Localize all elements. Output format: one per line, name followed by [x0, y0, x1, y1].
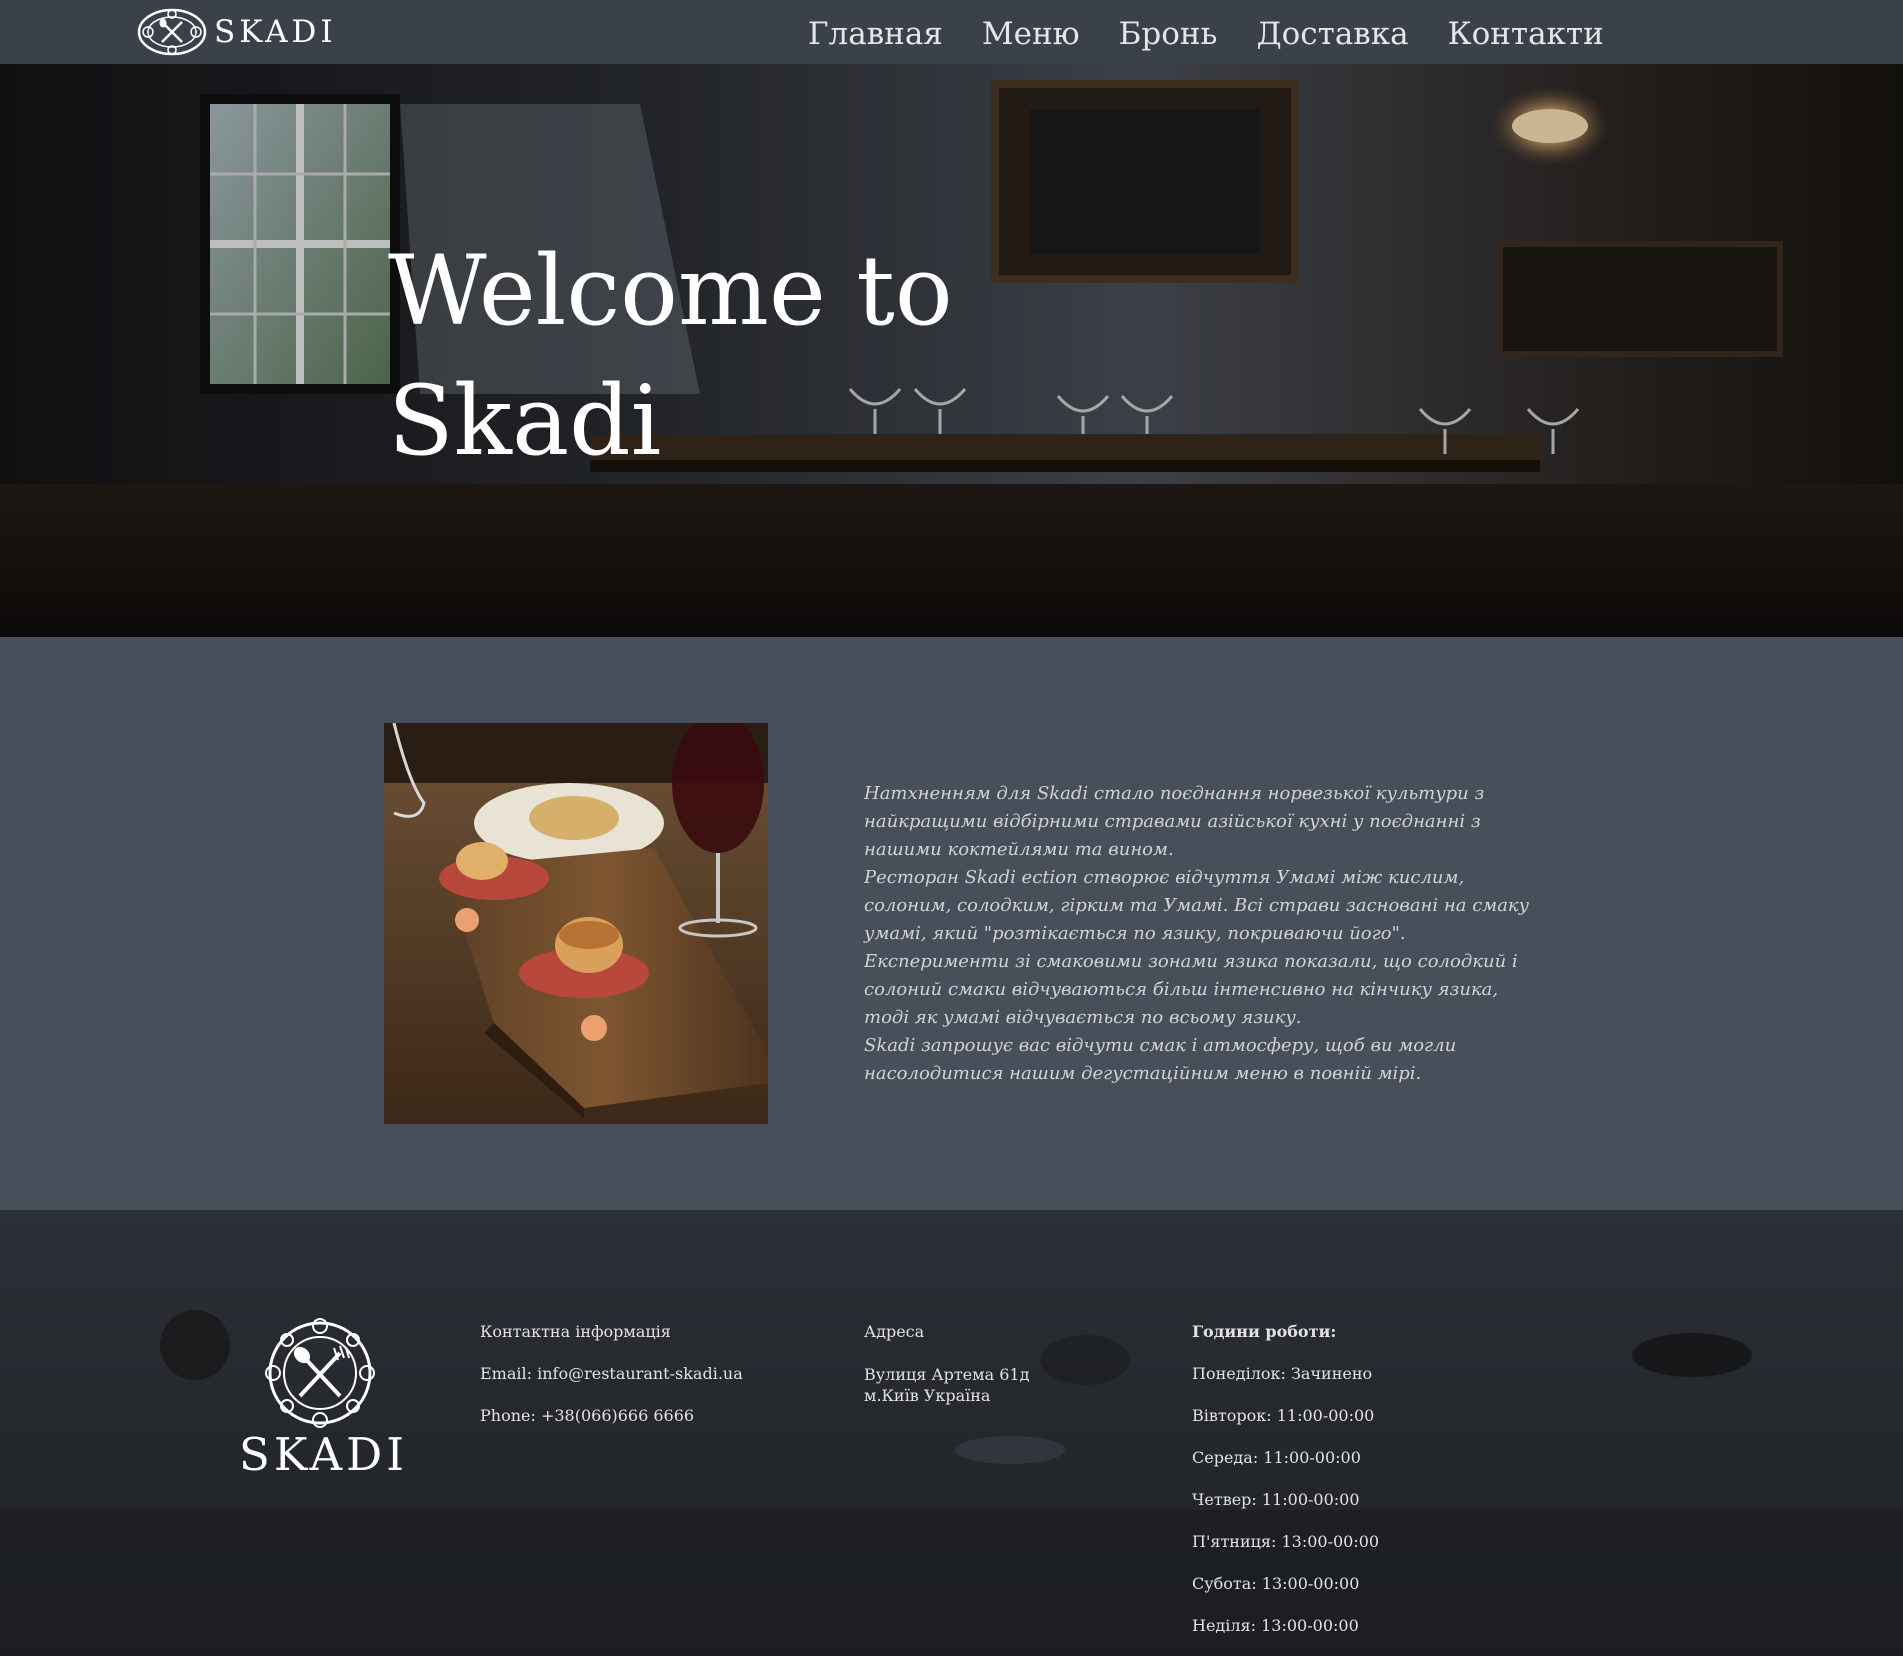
nav-item-menu[interactable]: Меню: [982, 19, 1080, 50]
hero-title-line2: Skadi: [388, 365, 662, 477]
footer-hours-column: Години роботи: Понеділок: Зачинено Вівто…: [1192, 1322, 1379, 1656]
main-nav: Главная Меню Бронь Доставка Контакти: [808, 19, 1604, 50]
skadi-logo-icon: [137, 8, 207, 56]
about-paragraph: Експерименти зі смаковими зонами язика п…: [864, 951, 1518, 1028]
brand-link[interactable]: SKADI: [136, 6, 337, 58]
about-paragraph: Skadi запрошує вас відчути смак і атмосф…: [864, 1035, 1457, 1084]
dish-photo: [384, 723, 768, 1124]
nav-item-booking[interactable]: Бронь: [1119, 19, 1218, 50]
nav-item-home[interactable]: Главная: [808, 19, 943, 50]
skadi-logo-icon: [265, 1318, 375, 1428]
brand-name: SKADI: [214, 14, 337, 50]
top-navbar: SKADI Главная Меню Бронь Доставка Контак…: [0, 0, 1903, 64]
hours-row: Субота: 13:00-00:00: [1192, 1574, 1360, 1593]
footer-contact-column: Контактна інформація Email: info@restaur…: [480, 1322, 743, 1448]
hero-title-line1: Welcome to: [388, 235, 953, 347]
site-footer: SKADI Контактна інформація Email: info@r…: [0, 1210, 1903, 1656]
contact-phone[interactable]: Phone: +38(066)666 6666: [480, 1406, 743, 1448]
address-line: Вулиця Артема 61д: [864, 1365, 1030, 1384]
address-heading: Адреса: [864, 1322, 925, 1341]
hours-heading: Години роботи:: [1192, 1322, 1337, 1341]
about-section: Натхненням для Skadi стало поєднання нор…: [0, 637, 1903, 1210]
footer-address-column: Адреса Вулиця Артема 61д м.Київ Україна: [864, 1322, 1029, 1406]
nav-item-contacts[interactable]: Контакти: [1448, 19, 1604, 50]
hero-section: Welcome to Skadi: [0, 64, 1903, 637]
dish-photo-image: [384, 723, 768, 1124]
hours-row: Вівторок: 11:00-00:00: [1192, 1406, 1375, 1425]
hero-title: Welcome to Skadi: [388, 226, 1088, 486]
nav-item-delivery[interactable]: Доставка: [1256, 19, 1408, 50]
about-text: Натхненням для Skadi стало поєднання нор…: [864, 780, 1544, 1088]
hours-row: Понеділок: Зачинено: [1192, 1364, 1373, 1383]
footer-logo-name: SKADI: [239, 1428, 408, 1481]
contact-heading: Контактна інформація: [480, 1322, 671, 1341]
hours-row: Середа: 11:00-00:00: [1192, 1448, 1361, 1467]
address-line: м.Київ Україна: [864, 1386, 991, 1405]
hours-row: Неділя: 13:00-00:00: [1192, 1616, 1359, 1635]
hours-row: Четвер: 11:00-00:00: [1192, 1490, 1360, 1509]
about-paragraph: Ресторан Skadi ection створює відчуття У…: [864, 867, 1530, 944]
hours-row: П'ятниця: 13:00-00:00: [1192, 1532, 1380, 1551]
contact-email[interactable]: Email: info@restaurant-skadi.ua: [480, 1364, 743, 1406]
footer-logo[interactable]: SKADI: [239, 1318, 408, 1481]
about-paragraph: Натхненням для Skadi стало поєднання нор…: [864, 783, 1485, 860]
